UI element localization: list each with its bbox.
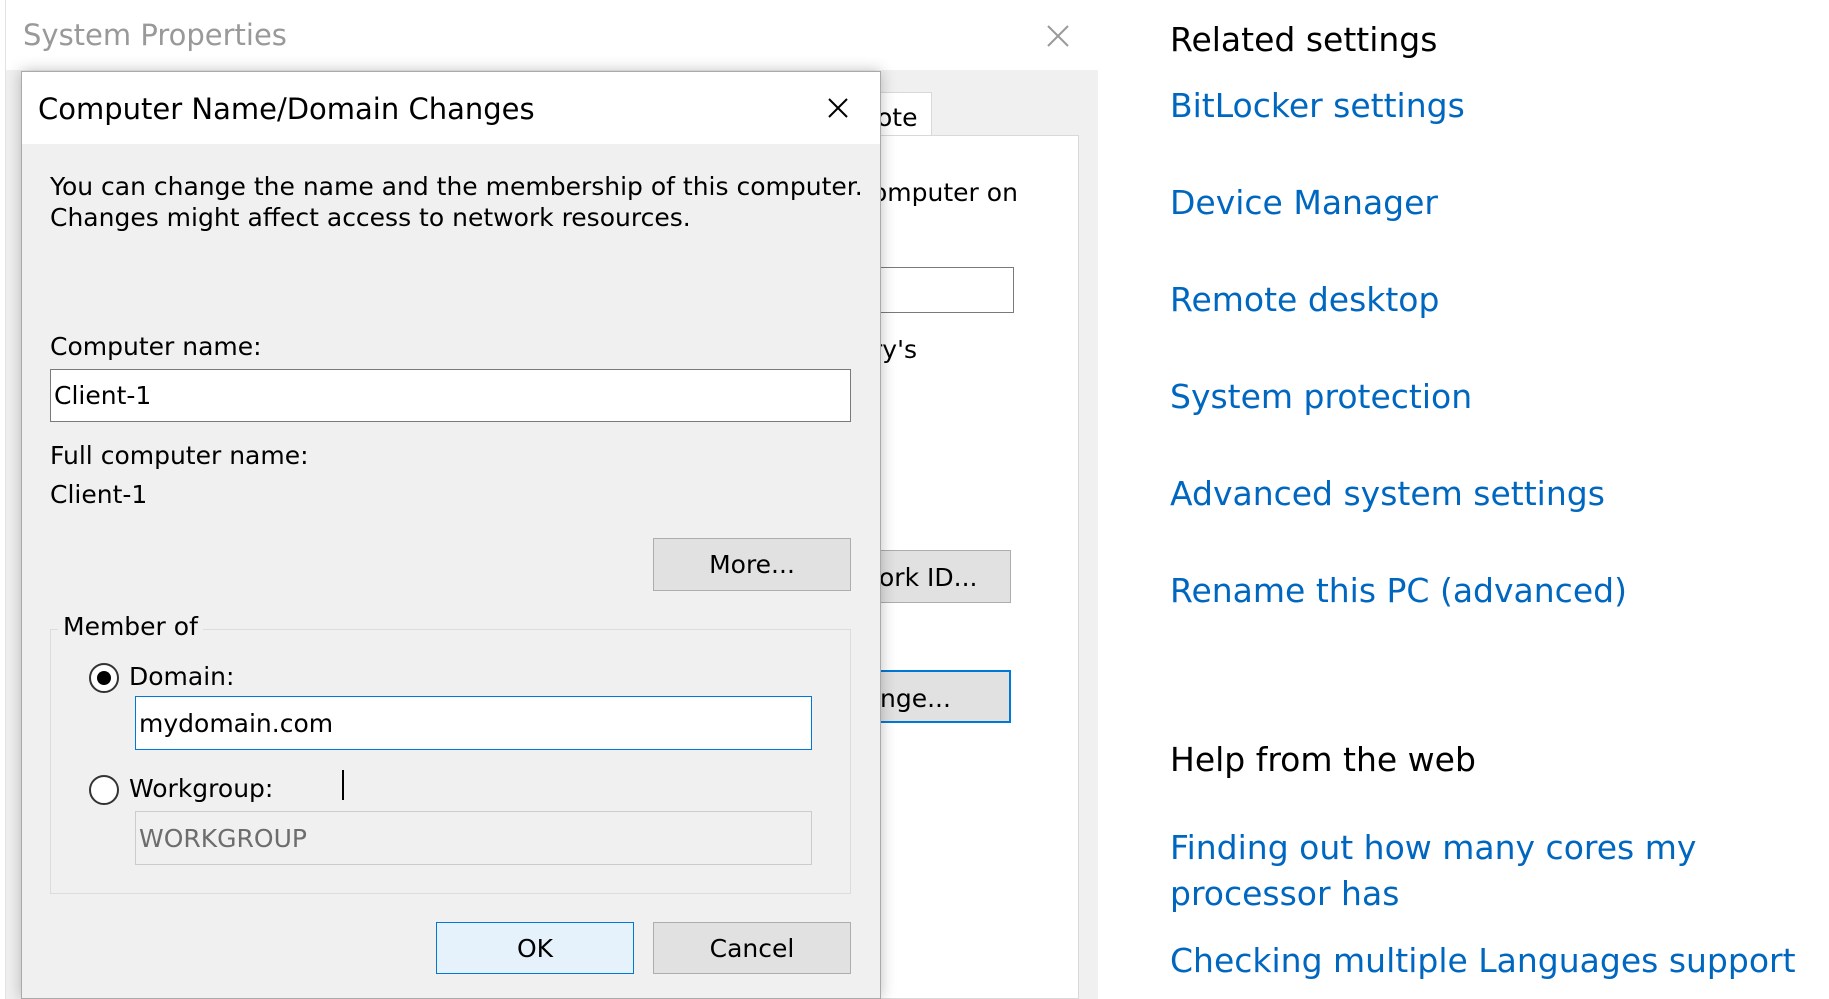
intro-text-line-2: Changes might affect access to network r… (50, 203, 691, 232)
remote-desktop-link[interactable]: Remote desktop (1170, 277, 1439, 323)
bitlocker-settings-link[interactable]: BitLocker settings (1170, 83, 1465, 129)
change-button[interactable]: nge... (870, 670, 1011, 723)
cancel-button[interactable]: Cancel (653, 922, 851, 974)
device-manager-link[interactable]: Device Manager (1170, 180, 1438, 226)
computer-name-label: Computer name: (50, 332, 262, 361)
computer-name-domain-dialog: Computer Name/Domain Changes You can cha… (21, 71, 881, 999)
computer-name-input[interactable] (50, 369, 851, 422)
member-of-label: Member of (58, 612, 203, 641)
languages-support-link[interactable]: Checking multiple Languages support (1170, 938, 1796, 984)
workgroup-radio[interactable] (89, 775, 119, 805)
domain-input[interactable] (135, 696, 812, 750)
intro-text-line-1: You can change the name and the membersh… (50, 172, 863, 201)
cores-help-link-line-1[interactable]: Finding out how many cores my (1170, 825, 1696, 871)
cores-help-link-line-2[interactable]: processor has (1170, 871, 1399, 917)
workgroup-label: Workgroup: (129, 774, 274, 803)
dialog-titlebar: Computer Name/Domain Changes (22, 72, 880, 144)
text-caret (342, 770, 344, 800)
network-id-button[interactable]: ork ID... (870, 550, 1011, 603)
full-computer-name-value: Client-1 (50, 480, 148, 509)
domain-radio[interactable] (89, 663, 119, 693)
help-from-web-heading: Help from the web (1170, 740, 1476, 779)
full-computer-name-label: Full computer name: (50, 441, 309, 470)
domain-label: Domain: (129, 662, 235, 691)
partial-description-text: omputer on (872, 178, 1018, 207)
system-protection-link[interactable]: System protection (1170, 374, 1472, 420)
dialog-title: Computer Name/Domain Changes (38, 92, 535, 126)
computer-description-field[interactable] (870, 267, 1014, 313)
dialog-close-icon[interactable] (816, 86, 860, 130)
system-properties-title: System Properties (23, 18, 287, 52)
advanced-system-settings-link[interactable]: Advanced system settings (1170, 471, 1605, 517)
related-settings-heading: Related settings (1170, 20, 1438, 59)
rename-this-pc-link[interactable]: Rename this PC (advanced) (1170, 568, 1627, 614)
system-properties-close-icon[interactable] (1036, 14, 1080, 58)
more-button[interactable]: More... (653, 538, 851, 591)
system-properties-titlebar: System Properties (6, 0, 1098, 70)
settings-right-pane: Related settings BitLocker settings Devi… (1098, 0, 1829, 999)
ok-button[interactable]: OK (436, 922, 634, 974)
partial-text: ry's (872, 335, 917, 364)
workgroup-input[interactable] (135, 811, 812, 865)
